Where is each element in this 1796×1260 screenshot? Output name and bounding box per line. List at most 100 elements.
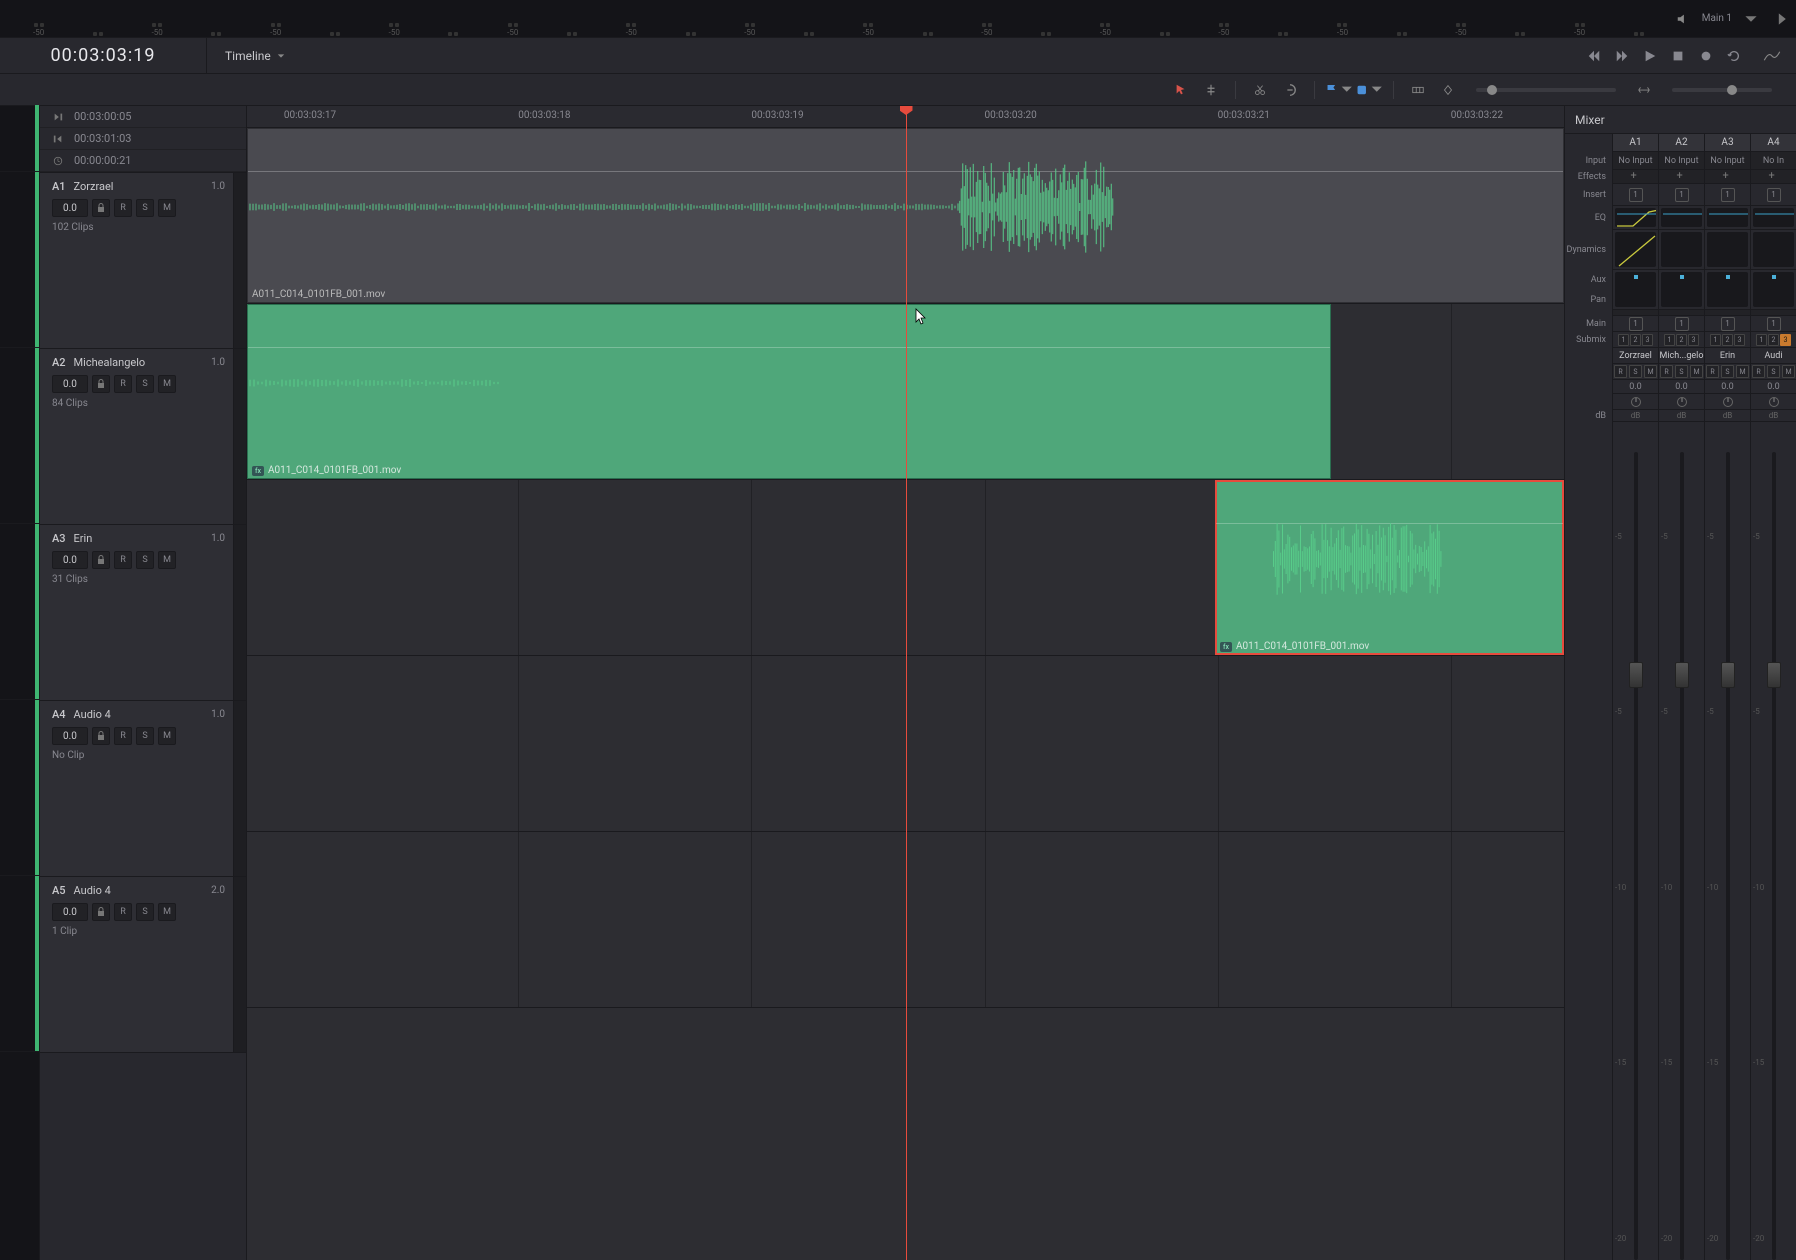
track-volume[interactable]: 0.0 (52, 375, 88, 393)
submix-chip[interactable]: 1 (1664, 334, 1675, 346)
main-chip[interactable]: 1 (1767, 317, 1781, 331)
strip-insert[interactable]: 1 (1659, 184, 1704, 206)
r-button[interactable]: R (1614, 365, 1627, 378)
mute-button[interactable]: M (158, 375, 176, 393)
strip-main-bus[interactable]: 1 (1613, 316, 1658, 332)
automation-icon[interactable] (1760, 44, 1784, 68)
audio-clip[interactable]: fxA011_C014_0101FB_001.mov (1215, 480, 1564, 655)
strip-dynamics[interactable] (1705, 230, 1750, 270)
s-button[interactable]: S (1767, 365, 1780, 378)
strip-fader[interactable]: -5-5-10-15-20 (1659, 422, 1704, 1260)
fader-handle[interactable] (1629, 662, 1643, 688)
solo-button[interactable]: S (136, 551, 154, 569)
strip-insert[interactable]: 1 (1751, 184, 1796, 206)
razor-tool[interactable] (1246, 77, 1274, 103)
strip-pan-knob[interactable] (1659, 394, 1704, 410)
zoom-thumb[interactable] (1487, 85, 1497, 95)
track-header[interactable]: A5 Audio 4 2.0 0.0 R S M 1 Clip (40, 877, 246, 1053)
solo-button[interactable]: S (136, 199, 154, 217)
strip-pan[interactable] (1705, 270, 1750, 310)
vertical-zoom-thumb[interactable] (1727, 85, 1737, 95)
strip-pan-knob[interactable] (1751, 394, 1796, 410)
strip-header[interactable]: A3 (1705, 134, 1750, 152)
submix-chip[interactable]: 2 (1630, 334, 1641, 346)
track-header[interactable]: A3 Erin 1.0 0.0 R S M 31 Clips (40, 525, 246, 701)
track-header[interactable]: A1 Zorzrael 1.0 0.0 R S M 102 Clips (40, 173, 246, 349)
stop-button[interactable] (1666, 44, 1690, 68)
strip-insert[interactable]: 1 (1705, 184, 1750, 206)
timeline-area[interactable]: 00:03:03:1700:03:03:1800:03:03:1900:03:0… (247, 106, 1564, 1260)
track-volume[interactable]: 0.0 (52, 727, 88, 745)
track-header[interactable]: A4 Audio 4 1.0 0.0 R S M No Clip (40, 701, 246, 877)
strip-header[interactable]: A1 (1613, 134, 1658, 152)
s-button[interactable]: S (1675, 365, 1688, 378)
strip-pan-knob[interactable] (1705, 394, 1750, 410)
strip-volume-value[interactable]: 0.0 (1751, 380, 1796, 394)
strip-dynamics[interactable] (1659, 230, 1704, 270)
solo-button[interactable]: S (136, 727, 154, 745)
strip-pan-knob[interactable] (1613, 394, 1658, 410)
playhead[interactable] (906, 106, 907, 1260)
submix-chip[interactable]: 3 (1780, 334, 1791, 346)
lock-button[interactable] (92, 375, 110, 393)
strip-fader[interactable]: -5-5-10-15-20 (1751, 422, 1796, 1260)
m-button[interactable]: M (1690, 365, 1703, 378)
strip-dynamics[interactable] (1751, 230, 1796, 270)
strip-fader[interactable]: -5-5-10-15-20 (1613, 422, 1658, 1260)
marker-row[interactable]: 00:00:00:21 (40, 150, 246, 172)
strip-header[interactable]: A2 (1659, 134, 1704, 152)
solo-button[interactable]: S (136, 903, 154, 921)
mute-button[interactable]: M (158, 727, 176, 745)
solo-button[interactable]: S (136, 375, 154, 393)
marker-tool[interactable] (1434, 77, 1462, 103)
submix-chip[interactable]: 2 (1676, 334, 1687, 346)
strip-eq[interactable] (1613, 206, 1658, 230)
track-volume[interactable]: 0.0 (52, 903, 88, 921)
track-name[interactable]: Zorzrael (74, 180, 204, 193)
lock-button[interactable] (92, 199, 110, 217)
strip-add-effect[interactable]: + (1659, 170, 1704, 184)
r-button[interactable]: R (1706, 365, 1719, 378)
expand-horizontal-icon[interactable] (1630, 77, 1658, 103)
submix-chip[interactable]: 1 (1710, 334, 1721, 346)
lock-button[interactable] (92, 551, 110, 569)
lock-button[interactable] (92, 727, 110, 745)
range-tool[interactable] (1197, 77, 1225, 103)
audio-clip[interactable]: fxA011_C014_0101FB_001.mov (247, 304, 1331, 479)
strip-pan[interactable] (1751, 270, 1796, 310)
submix-chip[interactable]: 1 (1618, 334, 1629, 346)
arm-record-button[interactable]: R (114, 727, 132, 745)
m-button[interactable]: M (1736, 365, 1749, 378)
pan-dot-icon[interactable] (1680, 275, 1684, 279)
clip-color-tool[interactable] (1355, 77, 1383, 103)
submix-chip[interactable]: 2 (1768, 334, 1779, 346)
strip-eq[interactable] (1659, 206, 1704, 230)
pan-dot-icon[interactable] (1726, 275, 1730, 279)
r-button[interactable]: R (1752, 365, 1765, 378)
track-name[interactable]: Audio 4 (74, 708, 204, 721)
arm-record-button[interactable]: R (114, 903, 132, 921)
mute-button[interactable]: M (158, 551, 176, 569)
link-tool[interactable] (1276, 77, 1304, 103)
track-name[interactable]: Erin (74, 532, 204, 545)
submix-chip[interactable]: 3 (1688, 334, 1699, 346)
strip-input[interactable]: No Input (1659, 152, 1704, 170)
arm-record-button[interactable]: R (114, 551, 132, 569)
flag-tool[interactable] (1325, 77, 1353, 103)
m-button[interactable]: M (1644, 365, 1657, 378)
record-button[interactable] (1694, 44, 1718, 68)
strip-submix-bus[interactable]: 123 (1751, 332, 1796, 348)
strip-main-bus[interactable]: 1 (1705, 316, 1750, 332)
strip-main-bus[interactable]: 1 (1751, 316, 1796, 332)
submix-chip[interactable]: 3 (1734, 334, 1745, 346)
strip-add-effect[interactable]: + (1751, 170, 1796, 184)
main-chip[interactable]: 1 (1629, 317, 1643, 331)
s-button[interactable]: S (1721, 365, 1734, 378)
next-icon[interactable] (1776, 12, 1790, 26)
strip-submix-bus[interactable]: 123 (1705, 332, 1750, 348)
track-volume[interactable]: 0.0 (52, 199, 88, 217)
fast-forward-button[interactable] (1610, 44, 1634, 68)
strip-input[interactable]: No Input (1613, 152, 1658, 170)
r-button[interactable]: R (1660, 365, 1673, 378)
mute-button[interactable]: M (158, 199, 176, 217)
